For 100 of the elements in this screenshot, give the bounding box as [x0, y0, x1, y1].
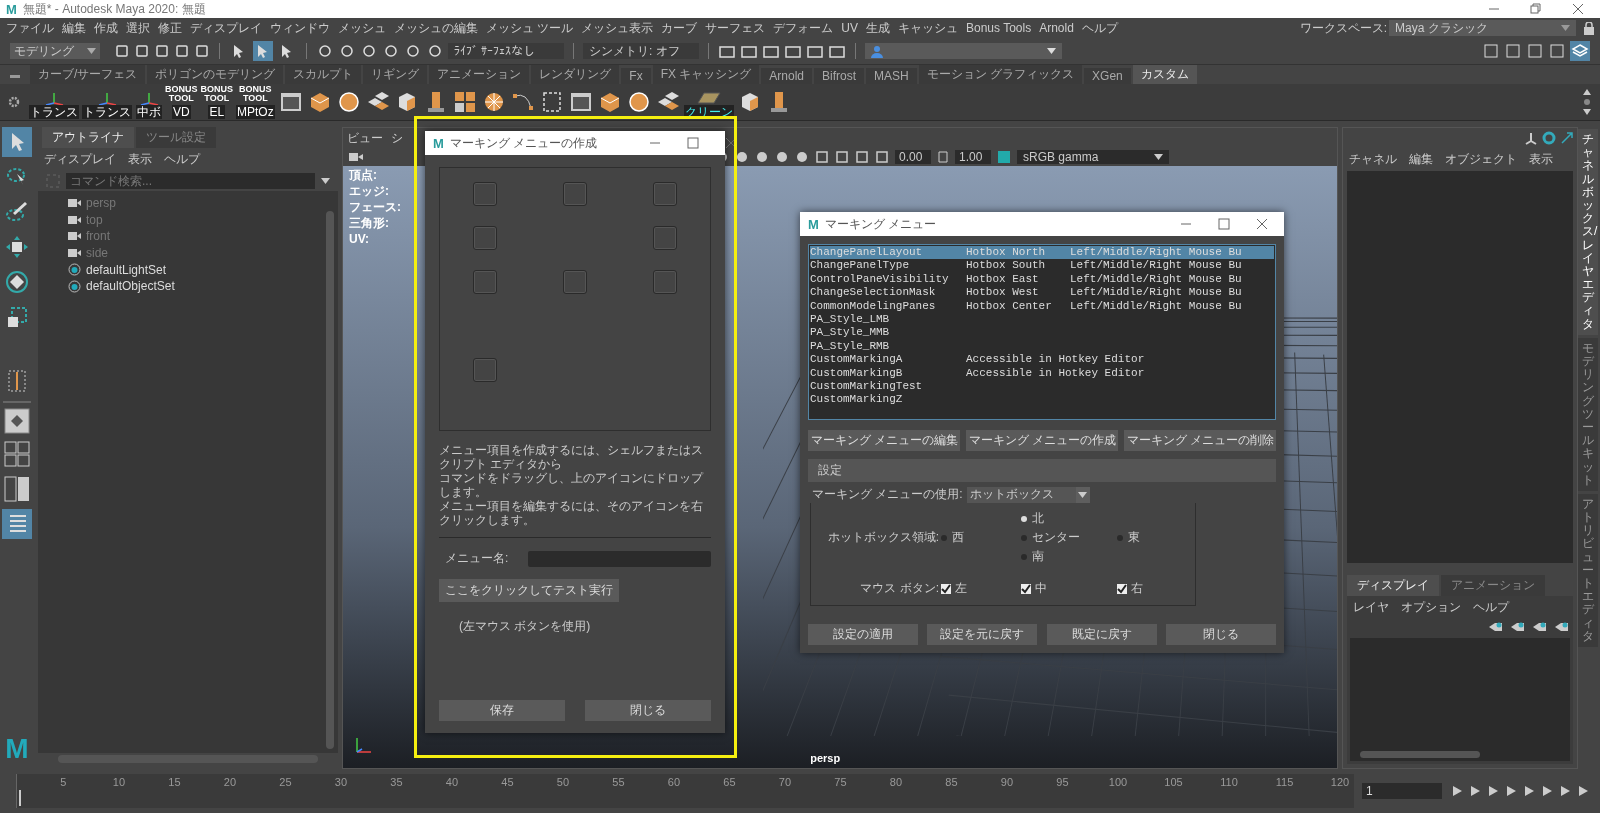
menu-item[interactable]: Arnold — [1039, 21, 1074, 35]
list-row[interactable]: PA_Style_LMB — [810, 312, 1274, 327]
dialog-button[interactable]: マーキング メニューの作成 — [966, 430, 1118, 451]
list-row[interactable]: PA_Style_RMB — [810, 339, 1274, 354]
axis-icon[interactable] — [1524, 131, 1538, 145]
list-row[interactable]: PA_Style_MMB — [810, 326, 1274, 340]
caret-icon[interactable] — [321, 178, 330, 184]
shelf-tab[interactable]: Bifrost — [814, 68, 865, 84]
dialog-button[interactable]: 保存 — [439, 700, 565, 721]
dialog-button[interactable]: 既定に戻す — [1046, 624, 1157, 645]
close-icon[interactable] — [1572, 3, 1584, 15]
shelf-button[interactable]: BONUS TOOL MPtOz — [236, 85, 275, 119]
settings-icon[interactable] — [8, 96, 20, 108]
menu-item[interactable]: カーブ — [661, 19, 698, 37]
shelf-tab[interactable]: アニメーション — [429, 65, 530, 84]
time-slider[interactable]: 5 10 15 20 25 30 35 40 45 50 55 60 65 70 75 80 85 90 95 100 105 110 115 120 — [16, 774, 1354, 808]
list-row[interactable]: CustomMarkingZ — [810, 393, 1274, 407]
shelf-button[interactable]: トランス — [82, 85, 132, 119]
lock-icon[interactable] — [1584, 21, 1594, 35]
shelf-tab[interactable]: カスタム — [1132, 65, 1197, 84]
checkbox[interactable]: 左 — [941, 580, 1021, 597]
layout-outliner-icon[interactable] — [2, 509, 32, 539]
dialog-button[interactable]: 閉じる — [1166, 624, 1276, 645]
shelf-button[interactable]: BONUS TOOL VD — [165, 85, 198, 119]
menu-item[interactable]: オブジェクト — [1445, 151, 1517, 168]
close-icon[interactable] — [1256, 218, 1268, 230]
rotate-icon[interactable] — [1542, 131, 1556, 145]
menu-item[interactable]: シ — [391, 130, 403, 146]
workspace-dropdown[interactable]: Maya クラシック — [1389, 20, 1576, 36]
dialog-button[interactable]: 設定の適用 — [808, 624, 918, 645]
menu-item[interactable]: 表示 — [128, 151, 152, 168]
list-row[interactable]: ChangePanelType Hotbox South Left/Middle/Right Mouse Bu — [810, 259, 1274, 273]
use-dropdown[interactable]: ホットボックス — [966, 486, 1090, 503]
dialog-button[interactable]: 閉じる — [585, 700, 711, 721]
shelf-button[interactable]: トランス — [29, 85, 79, 119]
menu-item[interactable]: ビュー — [347, 130, 383, 146]
menu-item[interactable]: デフォーム — [773, 19, 834, 37]
menu-item[interactable]: サーフェス — [705, 19, 766, 37]
menu-item[interactable]: キャッシュ — [898, 19, 958, 37]
menu-item[interactable]: ファイル — [6, 19, 54, 37]
frame-field[interactable]: 1 — [1362, 783, 1442, 799]
menu-item[interactable]: UV — [841, 21, 858, 35]
menu-item[interactable]: ヘルプ — [1081, 19, 1118, 37]
list-row[interactable]: CustomMarkingB Accessible in Hotkey Editor — [810, 366, 1274, 380]
shelf-button[interactable]: 中ボ — [135, 85, 162, 119]
mode-dropdown[interactable]: モデリング — [10, 43, 100, 59]
gamma-field[interactable]: 1.00 — [955, 150, 991, 164]
menu-item[interactable]: 修正 — [158, 19, 182, 37]
menu-item[interactable]: 選択 — [126, 19, 150, 37]
menu-item[interactable]: 生成 — [866, 19, 890, 37]
menu-item[interactable]: メッシュ表示 — [581, 19, 654, 37]
layers-icon[interactable] — [1570, 41, 1590, 61]
live-surface-field[interactable]: ﾗｲﾌﾞ ｻｰﾌｪｽなし — [448, 43, 564, 59]
play-icon[interactable] — [1522, 784, 1536, 798]
menu-item[interactable]: 表示 — [1529, 151, 1553, 168]
restore-icon[interactable] — [1530, 3, 1542, 15]
maximize-icon[interactable] — [1218, 218, 1230, 230]
shelf-button[interactable]: BONUS TOOL EL — [200, 85, 234, 119]
menu-item[interactable]: メッシュ ツール — [486, 19, 574, 37]
dialog-button[interactable]: マーキング メニューの削除 — [1124, 430, 1276, 451]
menu-item[interactable]: 編集 — [62, 19, 86, 37]
panel-tab[interactable]: ディスプレイ — [1347, 575, 1439, 596]
test-button[interactable]: ここをクリックしてテスト実行 — [439, 579, 619, 602]
expand-icon[interactable] — [1560, 131, 1574, 145]
menu-item[interactable]: ディスプレイ — [44, 151, 116, 168]
search-field[interactable]: コマンド検索... — [66, 173, 315, 189]
menu-item[interactable]: ヘルプ — [164, 151, 200, 168]
radio-option[interactable]: 東 — [1117, 529, 1177, 546]
menu-item[interactable]: ウィンドウ — [270, 19, 330, 37]
panel-tab[interactable]: アウトライナ — [42, 127, 134, 148]
checkbox[interactable]: 右 — [1117, 580, 1177, 597]
shelf-tab[interactable]: カーブ/サーフェス — [30, 65, 146, 84]
menu-item[interactable]: レイヤ — [1353, 599, 1389, 616]
dialog-button[interactable]: 設定を元に戻す — [927, 624, 1038, 645]
exposure-field[interactable]: 0.00 — [895, 150, 931, 164]
menu-item[interactable]: チャネル — [1349, 151, 1397, 168]
camera-icon[interactable] — [349, 152, 363, 162]
shelf-tab[interactable]: Fx — [621, 68, 651, 84]
list-row[interactable]: CommonModelingPanes Hotbox Center Left/Middle/Right Mouse Bu — [810, 299, 1274, 313]
menu-item[interactable]: 作成 — [94, 19, 118, 37]
menu-item[interactable]: ヘルプ — [1473, 599, 1509, 616]
radio-option[interactable]: 西 — [941, 529, 1021, 546]
panel-tab[interactable]: アニメーション — [1441, 575, 1545, 596]
scrollbar[interactable] — [1360, 751, 1480, 758]
menu-item[interactable]: メッシュの編集 — [394, 19, 478, 37]
menu-item[interactable]: オプション — [1401, 599, 1461, 616]
dialog-button[interactable]: マーキング メニューの編集 — [808, 430, 960, 451]
radio-option[interactable]: 北 — [1021, 510, 1117, 527]
list-row[interactable]: ChangeSelectionMask Hotbox West Left/Middle/Right Mouse Bu — [810, 286, 1274, 300]
shelf-tab[interactable]: MASH — [866, 68, 917, 84]
shelf-tab[interactable]: XGen — [1084, 68, 1131, 84]
layout-split-icon[interactable] — [2, 474, 32, 504]
side-tab[interactable]: モデリングツールキット — [1578, 337, 1598, 491]
radio-option[interactable]: センター — [1021, 529, 1117, 546]
menu-item[interactable]: Bonus Tools — [966, 21, 1032, 35]
shelf-tab[interactable]: スカルプト — [285, 65, 362, 84]
outliner-item[interactable]: defaultObjectSet — [86, 279, 175, 294]
menu-item[interactable]: メッシュ — [338, 19, 386, 37]
symmetry-field[interactable]: シンメトリ: オフ — [583, 43, 699, 59]
maximize-icon[interactable] — [687, 137, 700, 149]
